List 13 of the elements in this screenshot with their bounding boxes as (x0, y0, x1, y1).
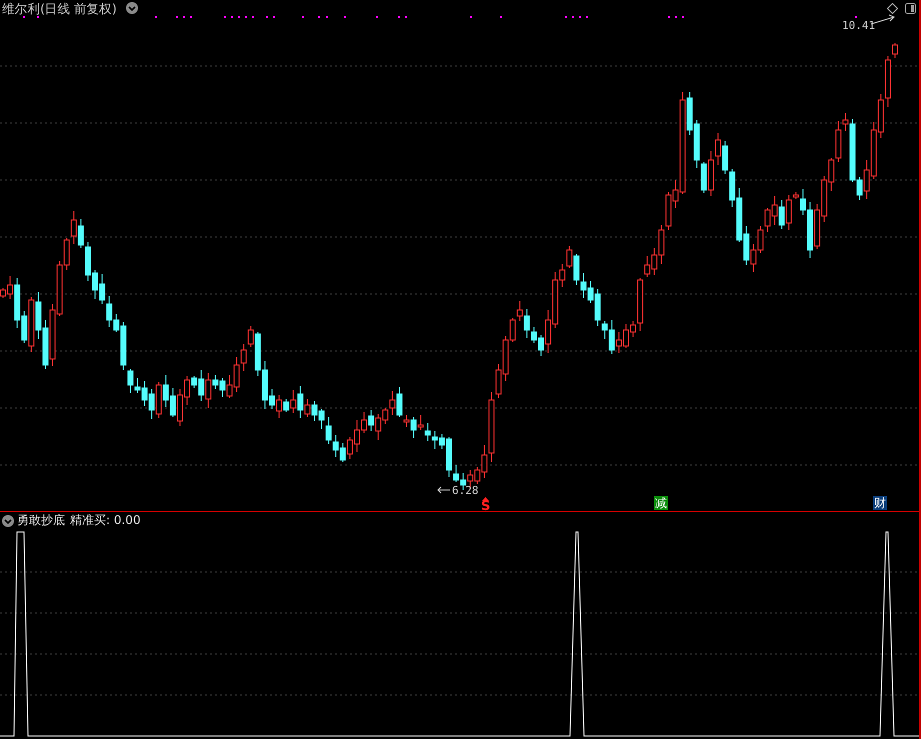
up-caret-icon (482, 497, 489, 501)
low-price-label: 6.28 (452, 484, 478, 497)
indicator-name: 勇敢抄底 (17, 513, 65, 528)
chevron-down-icon[interactable] (126, 2, 138, 14)
high-price-label: 10.41 (842, 19, 876, 32)
chart-title: 维尔利(日线 前复权) (2, 1, 116, 17)
signal-tag: 减 (654, 496, 668, 510)
chevron-down-icon[interactable] (2, 515, 14, 527)
leader-line (437, 486, 451, 494)
panel-toggle-icon[interactable] (905, 3, 916, 14)
signal-tag: 财 (873, 496, 887, 510)
indicator-reading: 精准买: 0.00 (70, 513, 141, 528)
diamond-icon[interactable] (887, 3, 898, 14)
